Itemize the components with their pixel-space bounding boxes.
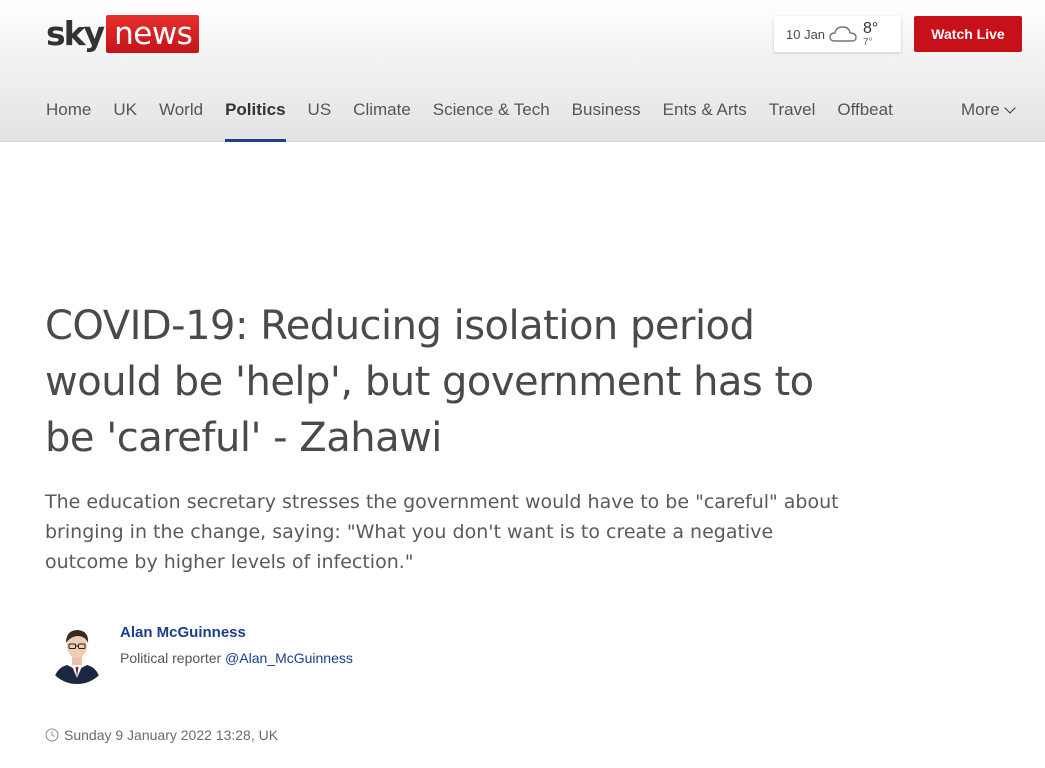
nav-item-climate[interactable]: Climate [353,90,411,142]
author-name-link[interactable]: Alan McGuinness [120,623,353,643]
chevron-down-icon [1004,101,1016,114]
byline-text: Alan McGuinness Political reporter @Alan… [120,620,353,684]
timestamp-text: Sunday 9 January 2022 13:28, UK [64,727,279,743]
nav-item-ents-arts[interactable]: Ents & Arts [663,90,747,142]
author-byline: Alan McGuinness Political reporter @Alan… [45,620,353,684]
weather-widget[interactable]: 10 Jan 8° 7° [774,16,901,52]
author-twitter-link[interactable]: @Alan_McGuinness [225,650,353,666]
nav-item-politics[interactable]: Politics [225,90,287,142]
main-nav: Home UK World Politics US Climate Scienc… [46,90,915,142]
article-standfirst: The education secretary stresses the gov… [45,491,839,573]
nav-item-travel[interactable]: Travel [769,90,816,142]
weather-high-temp: 8° [863,19,879,37]
nav-item-offbeat[interactable]: Offbeat [837,90,892,142]
cloud-icon [829,26,857,42]
author-avatar[interactable] [45,620,109,684]
article-headline: COVID-19: Reducing isolation period woul… [45,303,814,461]
watch-live-button[interactable]: Watch Live [914,16,1022,52]
clock-icon [45,728,59,742]
nav-item-science-tech[interactable]: Science & Tech [433,90,550,142]
nav-item-world[interactable]: World [159,90,203,142]
author-role: Political reporter [120,650,222,666]
logo-news-badge: news [106,15,200,53]
weather-date: 10 Jan [786,26,826,42]
site-header: sky news 10 Jan 8° 7° Watch Live Home UK… [0,0,1045,142]
weather-temps: 8° 7° [863,19,879,48]
nav-item-business[interactable]: Business [572,90,641,142]
nav-item-us[interactable]: US [308,90,332,142]
weather-low-temp: 7° [863,36,873,48]
sky-news-logo[interactable]: sky news [46,14,200,53]
nav-item-uk[interactable]: UK [113,90,137,142]
logo-sky-text: sky [46,14,105,53]
nav-item-home[interactable]: Home [46,90,91,142]
nav-more-label: More [961,100,1000,119]
article-timestamp: Sunday 9 January 2022 13:28, UK [45,727,278,743]
author-role-line: Political reporter @Alan_McGuinness [120,648,353,668]
nav-more-button[interactable]: More [961,90,1016,130]
